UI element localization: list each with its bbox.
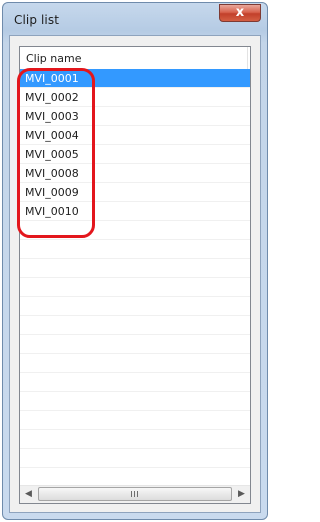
- empty-list-row: [20, 392, 250, 411]
- close-button[interactable]: x: [219, 4, 261, 22]
- red-highlight-annotation: [17, 68, 95, 238]
- list-header: Clip name: [20, 47, 250, 70]
- empty-list-row: [20, 449, 250, 468]
- empty-list-row: [20, 240, 250, 259]
- scroll-right-arrow-icon[interactable]: ▶: [233, 486, 250, 503]
- empty-list-row: [20, 335, 250, 354]
- scrollbar-thumb[interactable]: [38, 487, 232, 501]
- scrollbar-grip-icon: [131, 491, 140, 497]
- empty-list-row: [20, 354, 250, 373]
- column-header-label: Clip name: [26, 52, 82, 65]
- empty-list-row: [20, 316, 250, 335]
- empty-list-row: [20, 430, 250, 449]
- scroll-left-arrow-icon[interactable]: ◀: [20, 486, 37, 503]
- window-title: Clip list: [14, 13, 60, 27]
- column-header-clip-name[interactable]: Clip name: [20, 47, 248, 69]
- empty-list-row: [20, 411, 250, 430]
- close-icon: x: [235, 5, 245, 20]
- title-bar[interactable]: Clip list x: [3, 3, 267, 33]
- empty-list-row: [20, 259, 250, 278]
- horizontal-scrollbar[interactable]: ◀ ▶: [20, 485, 250, 503]
- empty-list-row: [20, 278, 250, 297]
- empty-list-row: [20, 373, 250, 392]
- empty-list-row: [20, 297, 250, 316]
